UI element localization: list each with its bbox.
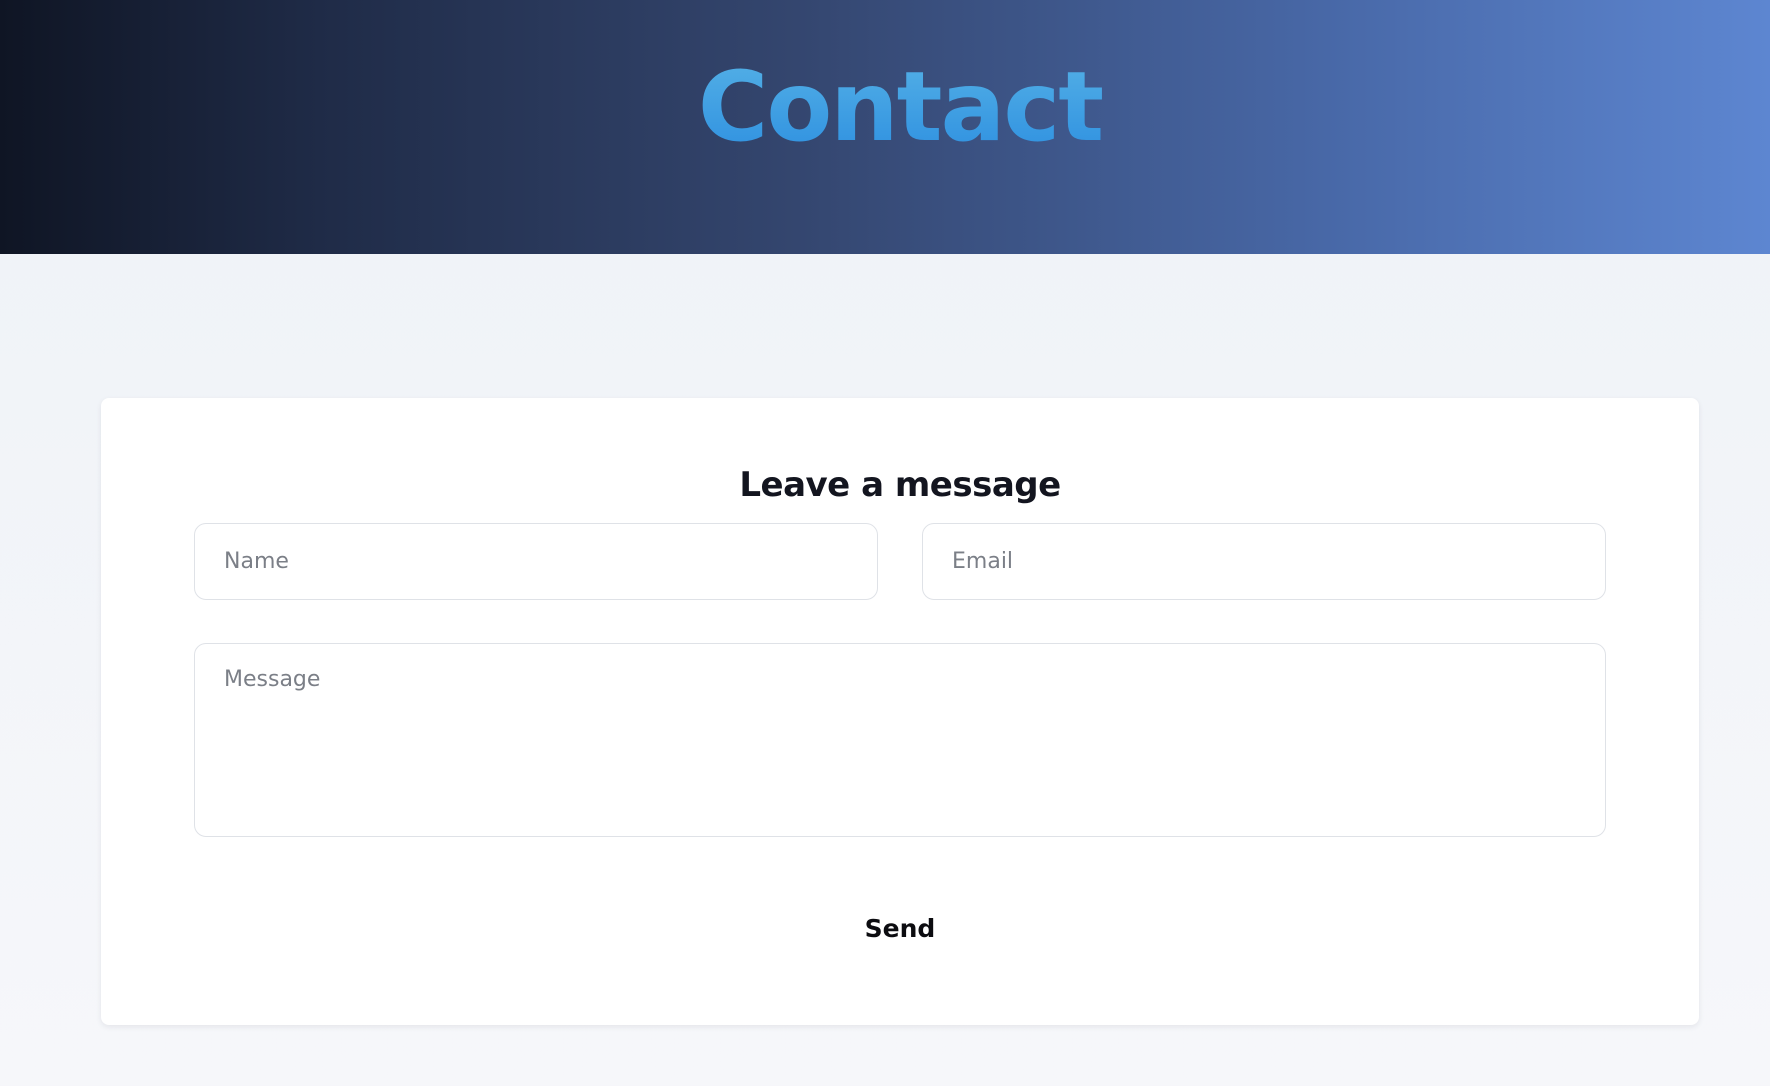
name-field[interactable] — [194, 523, 878, 600]
email-field[interactable] — [922, 523, 1606, 600]
send-button[interactable]: Send — [825, 903, 975, 953]
contact-form-card: Leave a message Send — [101, 398, 1699, 1025]
message-field[interactable] — [194, 643, 1606, 837]
hero-banner: Contact — [0, 0, 1770, 254]
page-title: Contact — [0, 52, 1770, 162]
form-title: Leave a message — [739, 465, 1061, 505]
